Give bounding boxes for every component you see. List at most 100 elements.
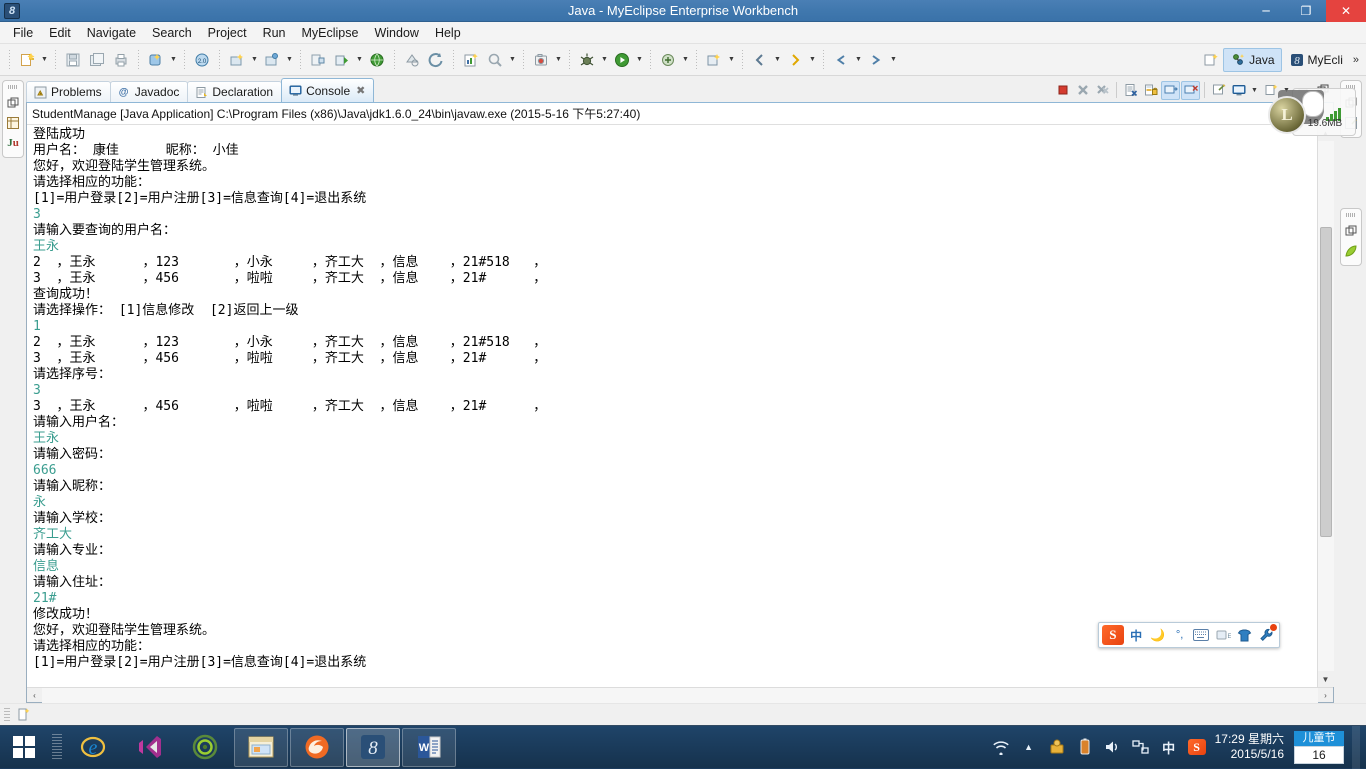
- package-explorer-icon[interactable]: [5, 115, 21, 131]
- new-java-project-button[interactable]: [703, 49, 725, 71]
- leaf-icon[interactable]: [1343, 243, 1359, 259]
- next-annotation-dropdown-icon[interactable]: ▼: [807, 49, 818, 71]
- moon-icon[interactable]: 🌙: [1148, 625, 1167, 645]
- previous-annotation-dropdown-icon[interactable]: ▼: [772, 49, 783, 71]
- show-console-on-error-button[interactable]: [1181, 80, 1200, 100]
- console-output[interactable]: 登陆成功 用户名： 康佳 昵称： 小佳 您好，欢迎登陆学生管理系统。 请选择相应的功能…: [27, 125, 1317, 687]
- debug-button[interactable]: [576, 49, 598, 71]
- taskbar-media-player[interactable]: [178, 728, 232, 767]
- taskbar-clock[interactable]: 17:29 星期六 2015/5/16: [1215, 732, 1286, 762]
- new-editor-status-icon[interactable]: [16, 707, 32, 723]
- taskbar-internet-explorer[interactable]: e: [66, 728, 120, 767]
- open-type-dropdown-icon[interactable]: ▼: [553, 49, 564, 71]
- new-wizard-button[interactable]: [16, 49, 38, 71]
- menu-file[interactable]: File: [5, 24, 41, 42]
- menu-window[interactable]: Window: [366, 24, 426, 42]
- new-report-button[interactable]: [460, 49, 482, 71]
- scroll-left-button[interactable]: ‹: [27, 688, 42, 703]
- print-button[interactable]: [110, 49, 132, 71]
- taskbar-file-explorer[interactable]: [234, 727, 288, 767]
- calendar-widget[interactable]: 儿童节 16: [1294, 730, 1344, 764]
- menu-help[interactable]: Help: [427, 24, 469, 42]
- remove-launch-button[interactable]: [1073, 81, 1092, 100]
- memory-monitor-widget[interactable]: L 19.6MB: [1268, 88, 1356, 140]
- new-java-class-button[interactable]: [261, 49, 283, 71]
- menu-run[interactable]: Run: [255, 24, 294, 42]
- show-hidden-icons-button[interactable]: ▲: [1019, 737, 1039, 757]
- display-selected-console-button[interactable]: [1229, 81, 1248, 100]
- taskbar-myeclipse[interactable]: 8: [346, 727, 400, 767]
- db-refresh-button[interactable]: [425, 49, 447, 71]
- console-vertical-scrollbar[interactable]: ▲ ▼: [1317, 125, 1334, 687]
- tab-declaration[interactable]: Declaration: [187, 81, 283, 102]
- external-tools-dropdown-icon[interactable]: ▼: [680, 49, 691, 71]
- battery-icon[interactable]: [1075, 737, 1095, 757]
- taskbar-firefox[interactable]: [290, 727, 344, 767]
- input-mode-label[interactable]: 中: [1127, 625, 1146, 645]
- taskbar-visual-studio[interactable]: [122, 728, 176, 767]
- restore-icon[interactable]: [5, 95, 21, 111]
- debug-dropdown-icon[interactable]: ▼: [599, 49, 610, 71]
- vertical-scroll-track[interactable]: [1317, 141, 1334, 671]
- scroll-down-button[interactable]: ▼: [1317, 671, 1334, 687]
- new-project-dropdown-icon[interactable]: ▼: [726, 49, 737, 71]
- previous-annotation-button[interactable]: [749, 49, 771, 71]
- next-annotation-button[interactable]: [784, 49, 806, 71]
- scroll-right-button[interactable]: ›: [1318, 688, 1333, 703]
- security-icon[interactable]: [1047, 737, 1067, 757]
- search-dropdown-icon[interactable]: ▼: [507, 49, 518, 71]
- clear-console-button[interactable]: [1121, 81, 1140, 100]
- menu-navigate[interactable]: Navigate: [79, 24, 144, 42]
- menu-project[interactable]: Project: [200, 24, 255, 42]
- new-wizard-dropdown-icon[interactable]: ▼: [39, 49, 50, 71]
- new-package-dropdown-icon[interactable]: ▼: [249, 49, 260, 71]
- show-console-on-output-button[interactable]: [1161, 80, 1180, 100]
- remove-all-terminated-button[interactable]: [1093, 81, 1112, 100]
- external-tools-button[interactable]: [657, 49, 679, 71]
- forward-button[interactable]: [865, 49, 887, 71]
- display-console-dropdown-icon[interactable]: ▼: [1249, 79, 1260, 101]
- maximize-button[interactable]: ❐: [1286, 0, 1326, 22]
- open-perspective-globe-button[interactable]: [366, 49, 388, 71]
- tab-console[interactable]: Console ✖: [281, 78, 375, 102]
- run-dropdown-icon[interactable]: ▼: [634, 49, 645, 71]
- perspective-myeclipse[interactable]: 8 MyEcli: [1282, 48, 1350, 72]
- forward-dropdown-icon[interactable]: ▼: [888, 49, 899, 71]
- tab-javadoc[interactable]: @ Javadoc: [109, 81, 189, 102]
- back-dropdown-icon[interactable]: ▼: [853, 49, 864, 71]
- save-all-button[interactable]: [86, 49, 108, 71]
- open-perspective-button[interactable]: [1200, 49, 1222, 71]
- volume-icon[interactable]: [1103, 737, 1123, 757]
- deploy-button[interactable]: [307, 49, 329, 71]
- pin-console-button[interactable]: [1209, 81, 1228, 100]
- fast-view-grip[interactable]: [8, 85, 18, 89]
- console-horizontal-scrollbar[interactable]: ‹ ›: [27, 687, 1333, 703]
- junit-icon[interactable]: Ju: [5, 135, 21, 151]
- start-button[interactable]: [0, 726, 48, 769]
- voice-input-icon[interactable]: E: [1214, 625, 1233, 645]
- search-button[interactable]: [484, 49, 506, 71]
- vertical-scroll-thumb[interactable]: [1319, 227, 1332, 537]
- run-button[interactable]: [611, 49, 633, 71]
- restore-icon[interactable]: [1343, 223, 1359, 239]
- terminate-button[interactable]: [1053, 81, 1072, 100]
- show-desktop-button[interactable]: [1352, 725, 1360, 769]
- keyboard-icon[interactable]: [1192, 625, 1211, 645]
- fast-view-grip[interactable]: [1346, 213, 1356, 217]
- myeclipse-web-button[interactable]: [145, 49, 167, 71]
- horizontal-scroll-track[interactable]: [42, 687, 1318, 703]
- close-button[interactable]: ✕: [1326, 0, 1366, 22]
- run-server-button[interactable]: [331, 49, 353, 71]
- scroll-lock-button[interactable]: [1141, 81, 1160, 100]
- wifi-icon[interactable]: [991, 737, 1011, 757]
- perspective-java[interactable]: Java: [1223, 47, 1282, 72]
- punctuation-icon[interactable]: °,: [1170, 625, 1189, 645]
- sogou-logo-icon[interactable]: S: [1102, 625, 1124, 645]
- input-language-indicator[interactable]: 中: [1159, 737, 1179, 757]
- new-class-dropdown-icon[interactable]: ▼: [284, 49, 295, 71]
- sogou-tray-icon[interactable]: S: [1187, 737, 1207, 757]
- perspective-overflow-icon[interactable]: »: [1350, 54, 1362, 66]
- open-web-browser-button[interactable]: 2.0: [191, 49, 213, 71]
- skin-icon[interactable]: [1235, 625, 1254, 645]
- menu-edit[interactable]: Edit: [41, 24, 79, 42]
